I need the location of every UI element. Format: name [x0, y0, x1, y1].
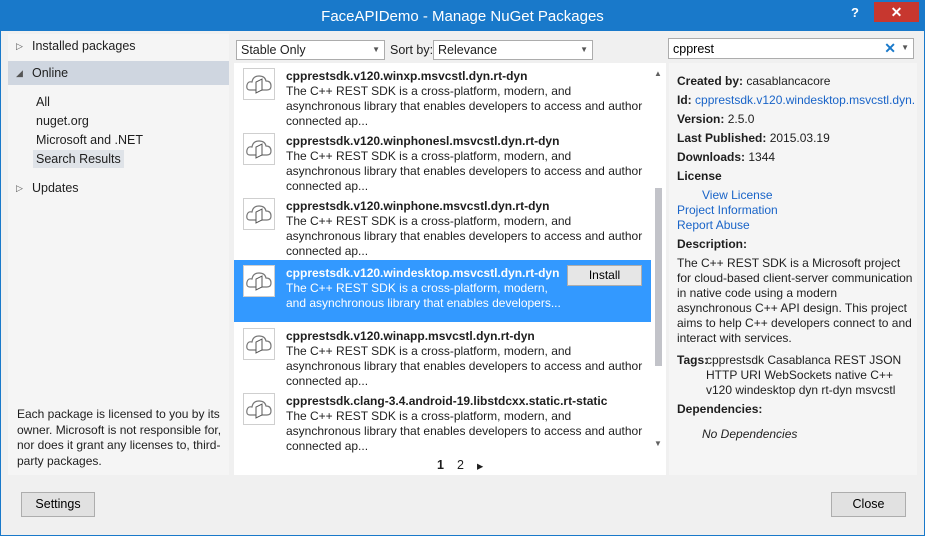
report-abuse-link[interactable]: Report Abuse	[677, 218, 917, 233]
help-button[interactable]: ?	[848, 5, 862, 23]
package-description: The C++ REST SDK is a cross-platform, mo…	[286, 84, 643, 128]
package-icon	[243, 198, 275, 230]
chevron-down-icon[interactable]: ▼	[901, 43, 909, 52]
sidebar-item-microsoft-net[interactable]: Microsoft and .NET	[33, 131, 146, 149]
close-button[interactable]: Close	[831, 492, 906, 517]
scroll-thumb[interactable]	[655, 188, 662, 366]
expand-arrow-icon[interactable]: ▷	[16, 176, 23, 200]
package-name: cpprestsdk.v120.winphonesl.msvcstl.dyn.r…	[286, 134, 560, 148]
tags-line-1: cpprestsdk Casablanca REST JSON	[706, 353, 902, 367]
scroll-down-icon[interactable]: ▼	[654, 439, 662, 448]
sort-by-label: Sort by:	[390, 43, 434, 57]
package-row[interactable]: cpprestsdk.v120.winphonesl.msvcstl.dyn.r…	[234, 128, 651, 193]
package-name: cpprestsdk.v120.winapp.msvcstl.dyn.rt-dy…	[286, 329, 535, 343]
no-dependencies-text: No Dependencies	[702, 427, 798, 441]
package-icon	[243, 328, 275, 360]
settings-button[interactable]: Settings	[21, 492, 95, 517]
package-icon	[243, 393, 275, 425]
package-icon	[243, 68, 275, 100]
package-list: cpprestsdk.v120.winxp.msvcstl.dyn.rt-dyn…	[234, 63, 666, 475]
next-page-icon[interactable]: ▸	[477, 458, 483, 473]
package-row[interactable]: cpprestsdk.v120.winapp.msvcstl.dyn.rt-dy…	[234, 323, 651, 388]
sort-select[interactable]: Relevance ▼	[433, 40, 593, 60]
package-icon	[243, 265, 275, 297]
package-row-selected[interactable]: cpprestsdk.v120.windesktop.msvcstl.dyn.r…	[234, 260, 651, 322]
package-name: cpprestsdk.v120.winxp.msvcstl.dyn.rt-dyn	[286, 69, 528, 83]
package-row[interactable]: cpprestsdk.clang-3.4.android-19.libstdcx…	[234, 388, 651, 453]
scroll-up-icon[interactable]: ▲	[654, 69, 662, 78]
page-1-link[interactable]: 1	[437, 458, 444, 472]
id-row: Id: cpprestsdk.v120.windesktop.msvcstl.d…	[677, 93, 916, 107]
package-icon	[243, 133, 275, 165]
package-row[interactable]: cpprestsdk.v120.winphone.msvcstl.dyn.rt-…	[234, 193, 651, 258]
package-name: cpprestsdk.v120.winphone.msvcstl.dyn.rt-…	[286, 199, 550, 213]
package-description: The C++ REST SDK is a cross-platform, mo…	[286, 149, 643, 193]
nuget-dialog: FaceAPIDemo - Manage NuGet Packages ? ✕ …	[0, 0, 925, 536]
install-button[interactable]: Install	[567, 265, 642, 286]
search-input[interactable]	[673, 40, 873, 57]
window-title: FaceAPIDemo - Manage NuGet Packages	[321, 8, 604, 25]
package-description: The C++ REST SDK is a cross-platform, mo…	[286, 344, 643, 388]
package-id-link[interactable]: cpprestsdk.v120.windesktop.msvcstl.dyn.	[695, 93, 915, 107]
dependencies-heading: Dependencies:	[677, 402, 763, 416]
package-name: cpprestsdk.clang-3.4.android-19.libstdcx…	[286, 394, 608, 408]
sidebar-item-search-results[interactable]: Search Results	[33, 150, 124, 168]
sidebar-updates[interactable]: ▷ Updates	[8, 176, 229, 200]
package-details: Created by: casablancacore Id: cpprestsd…	[669, 63, 917, 475]
chevron-down-icon: ▼	[372, 45, 380, 54]
tags-line-2: HTTP URI WebSockets native C++	[706, 368, 893, 382]
page-2-link[interactable]: 2	[457, 458, 464, 472]
sidebar-online[interactable]: ◢ Online	[8, 61, 229, 85]
version-row: Version: 2.5.0	[677, 112, 755, 126]
package-list-scrollbar[interactable]: ▲ ▼	[651, 63, 666, 455]
chevron-down-icon: ▼	[580, 45, 588, 54]
view-license-link[interactable]: View License	[702, 188, 925, 203]
project-information-link[interactable]: Project Information	[677, 203, 917, 218]
downloads-row: Downloads: 1344	[677, 150, 776, 164]
package-description: The C++ REST SDK is a cross-platform, mo…	[286, 281, 561, 310]
expand-arrow-icon[interactable]: ▷	[16, 34, 23, 58]
sidebar-item-all[interactable]: All	[33, 93, 53, 111]
clear-search-icon[interactable]: ✕	[884, 40, 896, 57]
license-heading: License	[677, 169, 722, 183]
package-description: The C++ REST SDK is a cross-platform, mo…	[286, 214, 643, 258]
license-note: Each package is licensed to you by its o…	[17, 407, 222, 468]
package-name: cpprestsdk.v120.windesktop.msvcstl.dyn.r…	[286, 266, 560, 280]
description-text: The C++ REST SDK is a Microsoft project …	[677, 256, 913, 345]
stability-filter-select[interactable]: Stable Only ▼	[236, 40, 385, 60]
collapse-arrow-icon[interactable]: ◢	[16, 61, 23, 85]
sidebar-installed-packages[interactable]: ▷ Installed packages	[8, 34, 229, 58]
package-description: The C++ REST SDK is a cross-platform, mo…	[286, 409, 643, 453]
window-close-button[interactable]: ✕	[874, 2, 919, 22]
last-published-row: Last Published: 2015.03.19	[677, 131, 830, 145]
title-bar: FaceAPIDemo - Manage NuGet Packages ? ✕	[1, 1, 924, 31]
search-box[interactable]: ✕ ▼	[668, 38, 914, 59]
sidebar: ▷ Installed packages ◢ Online All nuget.…	[8, 34, 229, 475]
created-by-row: Created by: casablancacore	[677, 74, 831, 88]
package-row[interactable]: cpprestsdk.v120.winxp.msvcstl.dyn.rt-dyn…	[234, 63, 651, 128]
tags-line-3: v120 windesktop dyn rt-dyn msvcstl	[706, 383, 896, 397]
sidebar-item-nuget-org[interactable]: nuget.org	[33, 112, 92, 130]
description-heading: Description:	[677, 237, 748, 251]
